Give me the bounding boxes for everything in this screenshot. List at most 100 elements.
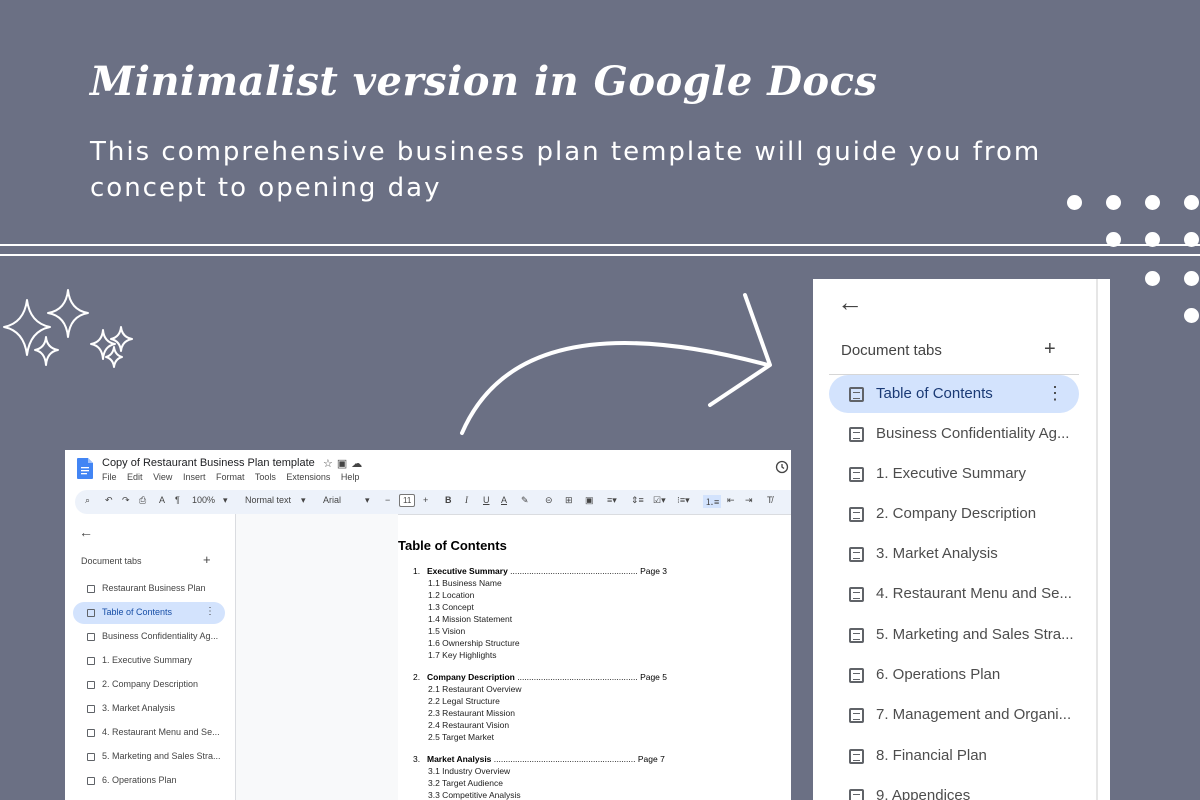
numbered-list-icon[interactable]: ⒈≡ (703, 495, 722, 508)
menu-edit[interactable]: Edit (127, 472, 143, 482)
folder-icon[interactable]: ▣ (337, 458, 351, 470)
document-icon (849, 467, 864, 482)
sidebar-item-table-of-contents[interactable]: Table of Contents ⋮ (73, 602, 225, 624)
tab-confidentiality[interactable]: Business Confidentiality Ag... (829, 415, 1079, 453)
panel-heading: Document tabs (841, 342, 942, 359)
toc-heading: Table of Contents (398, 538, 507, 553)
decrease-indent-icon[interactable]: ⇤ (727, 495, 735, 506)
toc-subsection: 2.1 Restaurant Overview (428, 684, 522, 694)
style-select[interactable]: Normal text (245, 495, 291, 505)
checklist-icon[interactable]: ☑▾ (653, 495, 666, 506)
toc-subsection: 3.2 Target Audience (428, 778, 503, 788)
more-options-icon[interactable]: ⋮ (1046, 383, 1064, 404)
document-icon (87, 753, 95, 761)
toolbar: ⌕ ↶ ↷ ⎙ A ¶ 100% ▾ Normal text ▾ Arial ▾… (75, 490, 791, 514)
image-icon[interactable]: ▣ (585, 495, 594, 506)
document-icon (849, 749, 864, 764)
sidebar-item-operations-plan[interactable]: 6. Operations Plan (73, 770, 225, 792)
tab-operations-plan[interactable]: 6. Operations Plan (829, 656, 1079, 694)
increase-indent-icon[interactable]: ⇥ (745, 495, 753, 506)
zoom-select[interactable]: 100% (192, 495, 215, 505)
link-icon[interactable]: ⊝ (545, 495, 553, 506)
document-icon (87, 729, 95, 737)
subheadline: This comprehensive business plan templat… (90, 137, 1042, 203)
tab-financial-plan[interactable]: 8. Financial Plan (829, 737, 1079, 775)
tab-management-organization[interactable]: 7. Management and Organi... (829, 696, 1079, 734)
toc-subsection: 1.2 Location (428, 590, 475, 600)
document-icon (87, 777, 95, 785)
align-icon[interactable]: ≡▾ (607, 495, 617, 506)
back-arrow-icon[interactable]: ← (837, 287, 863, 318)
menu-help[interactable]: Help (341, 472, 360, 482)
sidebar-item-marketing-sales[interactable]: 5. Marketing and Sales Stra... (73, 746, 225, 768)
tab-appendices[interactable]: 9. Appendices (829, 777, 1079, 800)
toc-subsection: 3.1 Industry Overview (428, 766, 511, 776)
print-icon[interactable]: ⎙ (139, 495, 146, 506)
tab-company-description[interactable]: 2. Company Description (829, 495, 1079, 533)
add-tab-button[interactable]: + (1044, 338, 1056, 361)
document-icon (87, 657, 95, 665)
menu-insert[interactable]: Insert (183, 472, 206, 482)
sidebar-item-company-description[interactable]: 2. Company Description (73, 674, 225, 696)
tab-executive-summary[interactable]: 1. Executive Summary (829, 455, 1079, 493)
toc-subsection: 1.5 Vision (428, 626, 466, 636)
underline-icon[interactable]: U (483, 495, 490, 505)
bold-icon[interactable]: B (445, 495, 452, 505)
title-actions: ☆▣☁ (323, 457, 366, 470)
tab-restaurant-menu[interactable]: 4. Restaurant Menu and Se... (829, 575, 1079, 613)
document-icon (849, 668, 864, 683)
comment-icon[interactable]: ⊞ (565, 495, 573, 506)
docs-window: Copy of Restaurant Business Plan templat… (65, 450, 791, 800)
clear-formatting-icon[interactable]: T̸ (767, 495, 773, 505)
menu-format[interactable]: Format (216, 472, 245, 482)
tab-table-of-contents[interactable]: Table of Contents ⋮ (829, 375, 1079, 413)
search-icon[interactable]: ⌕ (85, 495, 90, 506)
font-select[interactable]: Arial (323, 495, 341, 505)
menu-extensions[interactable]: Extensions (286, 472, 330, 482)
sidebar-item-restaurant-menu[interactable]: 4. Restaurant Menu and Se... (73, 722, 225, 744)
text-color-icon[interactable]: A (501, 495, 507, 505)
italic-icon[interactable]: I (465, 495, 468, 505)
cloud-icon[interactable]: ☁ (351, 458, 366, 470)
decrease-font-icon[interactable]: − (385, 495, 390, 505)
menu-file[interactable]: File (102, 472, 117, 482)
document-icon (849, 507, 864, 522)
chevron-down-icon: ▾ (365, 495, 370, 505)
highlight-icon[interactable]: ✎ (521, 495, 529, 506)
menu-tools[interactable]: Tools (255, 472, 276, 482)
tab-market-analysis[interactable]: 3. Market Analysis (829, 535, 1079, 573)
paint-format-icon[interactable]: ¶ (175, 495, 180, 505)
document-icon (849, 547, 864, 562)
star-icon[interactable]: ☆ (323, 458, 337, 470)
zoomed-document-tabs-panel: ← Document tabs + Table of Contents ⋮ Bus… (813, 279, 1110, 800)
document-icon (87, 585, 95, 593)
undo-icon[interactable]: ↶ (105, 495, 113, 506)
sidebar-item-confidentiality[interactable]: Business Confidentiality Ag... (73, 626, 225, 648)
document-page[interactable]: Table of Contents 1. Executive Summary ..… (398, 514, 791, 800)
redo-icon[interactable]: ↷ (122, 495, 130, 506)
sidebar-item-market-analysis[interactable]: 3. Market Analysis (73, 698, 225, 720)
font-size-input[interactable]: 11 (399, 494, 416, 507)
spellcheck-icon[interactable]: A (159, 495, 165, 505)
history-icon[interactable] (775, 460, 789, 474)
tab-marketing-sales[interactable]: 5. Marketing and Sales Stra... (829, 616, 1079, 654)
chevron-down-icon: ▾ (223, 495, 228, 505)
menu-bar: File Edit View Insert Format Tools Exten… (102, 472, 367, 482)
menu-view[interactable]: View (153, 472, 172, 482)
toc-subsection: 2.4 Restaurant Vision (428, 720, 510, 730)
toc-subsection: 1.7 Key Highlights (428, 650, 497, 660)
document-icon (849, 789, 864, 800)
sidebar-item-executive-summary[interactable]: 1. Executive Summary (73, 650, 225, 672)
toc-subsection: 1.4 Mission Statement (428, 614, 513, 624)
document-icon (849, 387, 864, 402)
google-docs-icon (77, 458, 93, 479)
increase-font-icon[interactable]: + (423, 495, 428, 505)
add-tab-button[interactable]: + (203, 552, 211, 567)
more-options-icon[interactable]: ⋮ (205, 606, 215, 617)
line-spacing-icon[interactable]: ⇕≡ (631, 495, 644, 506)
back-arrow-icon[interactable]: ← (79, 524, 93, 540)
bulleted-list-icon[interactable]: ⁝≡▾ (677, 495, 690, 506)
document-title[interactable]: Copy of Restaurant Business Plan templat… (102, 457, 315, 469)
headline: Minimalist version in Google Docs (90, 58, 878, 105)
sidebar-item-restaurant-business-plan[interactable]: Restaurant Business Plan (73, 578, 225, 600)
